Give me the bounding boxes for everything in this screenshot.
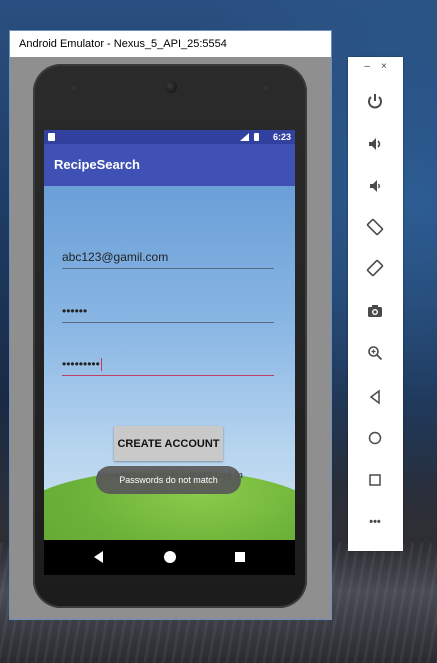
status-bar: 6:23 xyxy=(44,130,295,144)
front-camera-icon xyxy=(165,81,177,93)
rotate-left-icon xyxy=(366,218,384,236)
phone-frame: 6:23 RecipeSearch abc123@gamil.com •••••… xyxy=(33,64,307,608)
navigation-bar xyxy=(44,540,295,575)
volume-up-icon xyxy=(369,138,381,150)
more-button[interactable]: ••• xyxy=(361,508,389,536)
power-icon xyxy=(368,94,382,109)
toast-message: Passwords do not match xyxy=(96,466,241,494)
rotate-right-icon xyxy=(366,259,384,277)
volume-down-icon xyxy=(370,180,380,192)
back-icon xyxy=(369,389,380,405)
volume-down-button[interactable] xyxy=(361,172,389,200)
status-time: 6:23 xyxy=(272,132,291,142)
email-field[interactable]: abc123@gamil.com xyxy=(62,247,274,269)
power-button[interactable] xyxy=(361,87,389,115)
emulator-side-toolbar: – × ••• xyxy=(348,57,403,551)
sensor-dot xyxy=(263,86,267,90)
rotate-left-button[interactable] xyxy=(361,213,389,241)
emulator-body: 6:23 RecipeSearch abc123@gamil.com •••••… xyxy=(10,57,331,619)
device-screen[interactable]: 6:23 RecipeSearch abc123@gamil.com •••••… xyxy=(44,130,295,575)
confirm-password-value: ••••••••• xyxy=(62,357,100,371)
screenshot-button[interactable] xyxy=(361,297,389,325)
toolbar-window-controls: – × xyxy=(348,61,403,75)
rotate-right-button[interactable] xyxy=(361,254,389,282)
home-button[interactable] xyxy=(361,424,389,452)
emulator-window: Android Emulator - Nexus_5_API_25:5554 6… xyxy=(9,30,332,620)
confirm-password-field[interactable]: ••••••••• xyxy=(62,354,274,376)
signup-form: abc123@gamil.com •••••• ••••••••• CREATE… xyxy=(44,186,295,540)
text-cursor xyxy=(100,358,102,372)
emulator-title: Android Emulator - Nexus_5_API_25:5554 xyxy=(10,31,331,57)
back-button[interactable] xyxy=(361,383,389,411)
home-icon xyxy=(368,431,382,445)
volume-up-button[interactable] xyxy=(361,130,389,158)
create-account-button[interactable]: CREATE ACCOUNT xyxy=(114,426,223,461)
nav-back-icon[interactable] xyxy=(94,551,103,563)
zoom-icon xyxy=(368,346,383,361)
minimize-button[interactable]: – xyxy=(360,61,374,72)
password-field[interactable]: •••••• xyxy=(62,301,274,323)
sd-card-icon xyxy=(48,133,55,141)
close-button[interactable]: × xyxy=(377,61,391,72)
camera-icon xyxy=(368,305,382,317)
more-icon: ••• xyxy=(369,516,381,528)
password-value: •••••• xyxy=(62,304,88,318)
zoom-button[interactable] xyxy=(361,339,389,367)
sensor-dot xyxy=(71,86,75,90)
app-bar: RecipeSearch xyxy=(44,144,295,186)
app-title: RecipeSearch xyxy=(54,157,140,172)
email-value: abc123@gamil.com xyxy=(62,250,169,264)
overview-icon xyxy=(369,474,381,486)
nav-recents-icon[interactable] xyxy=(235,552,245,562)
signal-icon xyxy=(240,133,249,141)
nav-home-icon[interactable] xyxy=(164,551,176,563)
battery-icon xyxy=(254,133,259,141)
overview-button[interactable] xyxy=(361,466,389,494)
